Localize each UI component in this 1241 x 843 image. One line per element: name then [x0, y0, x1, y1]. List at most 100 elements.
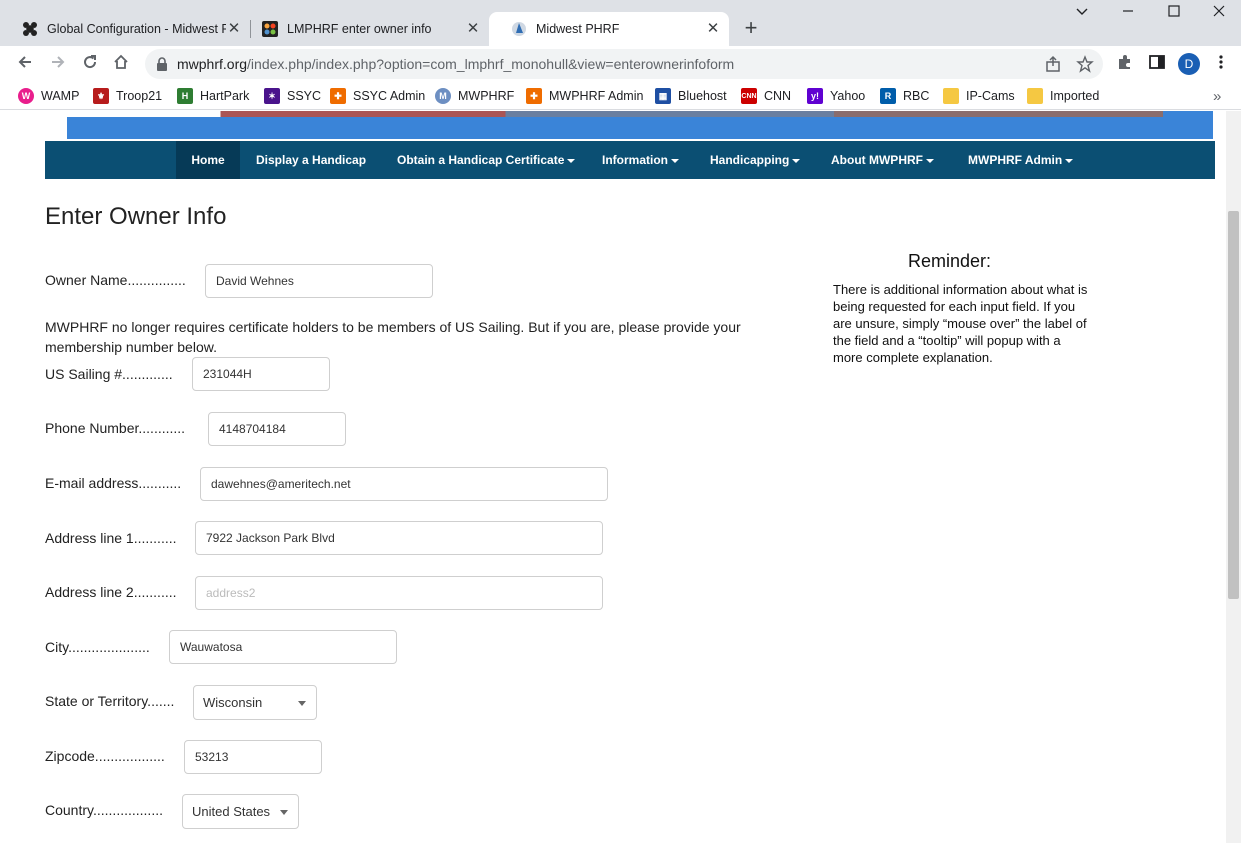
owner-name-input[interactable]: [205, 264, 433, 298]
phone-label[interactable]: Phone Number............: [45, 420, 185, 436]
nav-information[interactable]: Information: [602, 141, 679, 179]
side-panel-icon[interactable]: [1146, 53, 1168, 75]
tab-lmphrf[interactable]: LMPHRF enter owner info ✕: [240, 12, 489, 46]
nav-label: Information: [602, 153, 668, 167]
share-icon[interactable]: [1044, 55, 1062, 78]
bookmark-rbc[interactable]: R RBC: [880, 87, 929, 105]
reminder-text: There is additional information about wh…: [833, 282, 1088, 365]
owner-name-label[interactable]: Owner Name...............: [45, 272, 186, 288]
zipcode-label[interactable]: Zipcode..................: [45, 748, 165, 764]
reload-icon[interactable]: [79, 53, 101, 75]
bookmark-label: MWPHRF: [458, 89, 515, 103]
new-tab-button[interactable]: +: [741, 17, 761, 39]
bookmark-label: RBC: [903, 89, 930, 103]
email-label[interactable]: E-mail address...........: [45, 475, 181, 491]
grid-icon: ▦: [655, 88, 671, 104]
site-banner: [67, 111, 1213, 139]
tab-midwest-phrf[interactable]: Midwest PHRF ✕: [489, 12, 729, 46]
bookmark-cnn[interactable]: CNN CNN: [741, 87, 791, 105]
address1-input[interactable]: [195, 521, 603, 555]
phone-input[interactable]: [208, 412, 346, 446]
tab-strip: Global Configuration - Midwest P ✕ LMPHR…: [0, 0, 1241, 46]
joomla-icon: ✚: [330, 88, 346, 104]
tab-title: Midwest PHRF: [536, 22, 620, 36]
mwphrf-icon: [511, 21, 527, 37]
caret-down-icon: [567, 158, 576, 163]
tab-title: LMPHRF enter owner info: [287, 22, 432, 36]
bookmark-troop21[interactable]: ⚜ Troop21: [93, 87, 162, 105]
city-label[interactable]: City.....................: [45, 639, 150, 655]
scrollbar-thumb[interactable]: [1228, 211, 1239, 599]
bookmarks-bar: W WAMP ⚜ Troop21 H HartPark ✶ SSYC ✚ SSYC Adm…: [0, 82, 1241, 110]
lock-icon[interactable]: [155, 56, 169, 77]
browser-toolbar: mwphrf.org/index.php/index.php?option=co…: [0, 46, 1241, 82]
bookmark-bluehost[interactable]: ▦ Bluehost: [655, 87, 727, 105]
nav-admin[interactable]: MWPHRF Admin: [968, 141, 1074, 179]
bookmark-mwphrf[interactable]: M MWPHRF: [435, 87, 514, 105]
extensions-icon[interactable]: [1114, 53, 1136, 75]
joomla-icon: [262, 21, 278, 37]
bookmark-imported[interactable]: Imported: [1027, 87, 1099, 105]
bookmark-label: HartPark: [200, 89, 250, 103]
email-input[interactable]: [200, 467, 608, 501]
nav-label: MWPHRF Admin: [968, 153, 1063, 167]
forward-arrow-icon[interactable]: [47, 53, 69, 75]
maximize-icon[interactable]: [1162, 4, 1186, 26]
nav-display-handicap[interactable]: Display a Handicap: [256, 141, 366, 179]
address2-label[interactable]: Address line 2...........: [45, 584, 177, 600]
state-select[interactable]: Wisconsin: [193, 685, 317, 720]
country-label[interactable]: Country..................: [45, 802, 163, 818]
ssyc-icon: ✶: [264, 88, 280, 104]
wamp-icon: W: [18, 88, 34, 104]
close-icon[interactable]: ✕: [465, 21, 481, 37]
minimize-icon[interactable]: [1116, 4, 1140, 26]
close-window-icon[interactable]: [1207, 4, 1231, 26]
bookmark-label: Troop21: [116, 89, 163, 103]
bookmark-wamp[interactable]: W WAMP: [18, 87, 79, 105]
nav-label: Obtain a Handicap Certificate: [397, 153, 565, 167]
back-arrow-icon[interactable]: [14, 53, 36, 75]
profile-avatar[interactable]: D: [1178, 53, 1200, 75]
bookmark-yahoo[interactable]: y! Yahoo: [807, 87, 865, 105]
dropdown-arrow-icon: [298, 701, 306, 706]
nav-about[interactable]: About MWPHRF: [831, 141, 934, 179]
tab-title: Global Configuration - Midwest P: [47, 22, 226, 36]
rbc-icon: R: [880, 88, 896, 104]
address2-input[interactable]: [195, 576, 603, 610]
address-bar[interactable]: mwphrf.org/index.php/index.php?option=co…: [145, 49, 1103, 79]
bookmark-label: MWPHRF Admin: [549, 89, 644, 103]
address1-label[interactable]: Address line 1...........: [45, 530, 177, 546]
reminder-title: Reminder:: [908, 251, 992, 271]
tab-global-configuration[interactable]: Global Configuration - Midwest P ✕: [0, 12, 250, 46]
bookmark-ssyc[interactable]: ✶ SSYC: [264, 87, 321, 105]
more-bookmarks-chevron-icon[interactable]: »: [1213, 87, 1221, 105]
bookmark-label: SSYC: [287, 89, 322, 103]
tab-search-chevron-icon[interactable]: [1070, 4, 1094, 26]
state-label[interactable]: State or Territory.......: [45, 693, 174, 709]
zipcode-input[interactable]: [184, 740, 322, 774]
country-select[interactable]: United States: [182, 794, 299, 829]
close-icon[interactable]: ✕: [705, 21, 721, 37]
bookmark-ssyc-admin[interactable]: ✚ SSYC Admin: [330, 87, 425, 105]
bookmark-label: CNN: [764, 89, 792, 103]
bookmark-ip-cams[interactable]: IP-Cams: [943, 87, 1015, 105]
page-scrollbar[interactable]: [1226, 111, 1241, 843]
folder-icon: [1027, 88, 1043, 104]
bookmark-hartpark[interactable]: H HartPark: [177, 87, 249, 105]
bookmark-star-icon[interactable]: [1076, 55, 1094, 78]
home-icon[interactable]: [110, 53, 132, 75]
bookmark-label: Bluehost: [678, 89, 727, 103]
city-input[interactable]: [169, 630, 397, 664]
bookmark-label: IP-Cams: [966, 89, 1015, 103]
nav-handicapping[interactable]: Handicapping: [710, 141, 801, 179]
us-sailing-label[interactable]: US Sailing #.............: [45, 366, 173, 382]
nav-obtain-certificate[interactable]: Obtain a Handicap Certificate: [397, 141, 576, 179]
joomla-icon: ✚: [526, 88, 542, 104]
nav-home[interactable]: Home: [176, 141, 240, 179]
bookmark-mwphrf-admin[interactable]: ✚ MWPHRF Admin: [526, 87, 643, 105]
us-sailing-input[interactable]: [192, 357, 330, 391]
more-menu-icon[interactable]: [1210, 53, 1232, 75]
bookmark-label: SSYC Admin: [353, 89, 426, 103]
web-page: Home Display a Handicap Obtain a Handica…: [0, 111, 1226, 843]
scouts-icon: ⚜: [93, 88, 109, 104]
